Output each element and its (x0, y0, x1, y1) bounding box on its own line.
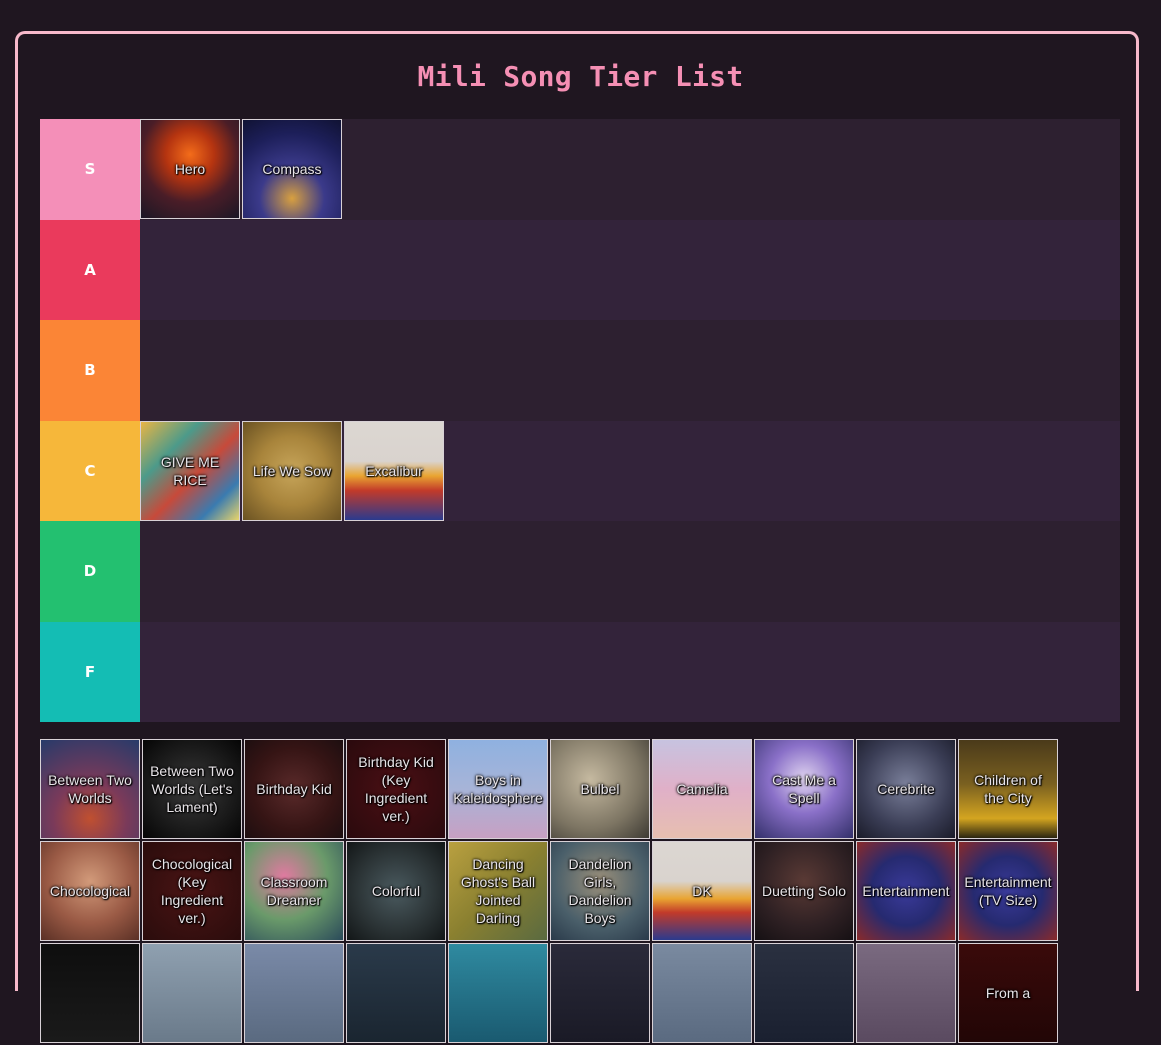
song-tile[interactable]: Camelia (652, 739, 752, 839)
tier-label[interactable]: S (40, 119, 140, 220)
tier-label[interactable]: D (40, 521, 140, 622)
song-tile-label: Duetting Solo (761, 883, 847, 899)
tier-label[interactable]: C (40, 420, 140, 521)
song-tile-label: Life We Sow (252, 462, 332, 479)
song-tile-label: Between Two Worlds (Let's Lament) (150, 763, 234, 815)
tier-label[interactable]: B (40, 320, 140, 421)
song-tile-label: Colorful (371, 883, 421, 899)
tier-label[interactable]: F (40, 621, 140, 722)
song-tile[interactable]: Compass (242, 119, 342, 219)
song-tile-label: Boys in Kaleidosphere (453, 772, 543, 806)
song-tile[interactable] (346, 943, 446, 1043)
song-tile-label: Children of the City (974, 772, 1042, 806)
song-tile-label: Entertainment (862, 883, 950, 899)
song-tile[interactable] (40, 943, 140, 1043)
song-tile[interactable]: Boys in Kaleidosphere (448, 739, 548, 839)
song-tile[interactable] (142, 943, 242, 1043)
song-tile[interactable]: From a (958, 943, 1058, 1043)
song-tile[interactable]: Cerebrite (856, 739, 956, 839)
tier-row-b: B (40, 320, 1120, 421)
tier-dropzone[interactable]: Hero Compass (140, 119, 1120, 220)
tier-row-d: D (40, 521, 1120, 622)
song-tile-label: Classroom Dreamer (260, 874, 328, 908)
tier-label[interactable]: A (40, 219, 140, 320)
song-tile[interactable]: Bulbel (550, 739, 650, 839)
song-tile[interactable]: Dancing Ghost's Ball Jointed Darling (448, 841, 548, 941)
song-tile-label: Compass (262, 161, 322, 177)
song-tile[interactable]: Colorful (346, 841, 446, 941)
song-tile-label: Dandelion Girls, Dandelion Boys (568, 856, 632, 926)
page-title: Mili Song Tier List (417, 60, 744, 93)
song-tile-label: GIVE ME RICE (160, 453, 220, 488)
song-tile[interactable]: Between Two Worlds (Let's Lament) (142, 739, 242, 839)
song-tile-label: Cast Me a Spell (772, 772, 836, 806)
song-tile[interactable]: Birthday Kid (244, 739, 344, 839)
tier-row-s: S Hero Compass (40, 119, 1120, 220)
song-tile[interactable]: Duetting Solo (754, 841, 854, 941)
tier-dropzone[interactable] (140, 621, 1120, 722)
song-tile-label: Birthday Kid (256, 781, 332, 797)
song-tile[interactable]: Life We Sow (242, 420, 342, 521)
song-tile-label: Excalibur (365, 462, 423, 479)
song-tile[interactable]: Children of the City (958, 739, 1058, 839)
song-tile-label: Between Two Worlds (48, 772, 132, 806)
song-tile[interactable]: Entertainment (TV Size) (958, 841, 1058, 941)
song-tile[interactable]: Excalibur (344, 420, 444, 521)
unranked-pool: Between Two Worlds Between Two Worlds (Le… (40, 739, 1062, 1045)
tier-dropzone[interactable] (140, 521, 1120, 622)
song-tile-label: Chocological (49, 883, 131, 899)
tier-dropzone[interactable] (140, 320, 1120, 421)
song-tile-label: Birthday Kid (Key Ingredient ver.) (358, 754, 434, 824)
song-tile[interactable]: Hero (140, 119, 240, 219)
song-tile[interactable] (754, 943, 854, 1043)
song-tile[interactable]: Chocological (40, 841, 140, 941)
song-tile-label: Camelia (676, 781, 728, 797)
song-tile[interactable]: GIVE ME RICE (140, 420, 240, 521)
song-tile[interactable] (244, 943, 344, 1043)
song-tile-label: Dancing Ghost's Ball Jointed Darling (460, 856, 536, 926)
song-tile-label: From a (985, 985, 1031, 1001)
song-tile-label: Hero (174, 161, 206, 177)
song-tile-label: Bulbel (580, 781, 620, 797)
tier-dropzone[interactable] (140, 219, 1120, 320)
song-tile[interactable]: Entertainment (856, 841, 956, 941)
song-tile[interactable]: Birthday Kid (Key Ingredient ver.) (346, 739, 446, 839)
song-tile-label: Entertainment (TV Size) (964, 874, 1052, 908)
tier-row-a: A (40, 219, 1120, 320)
tier-row-f: F (40, 621, 1120, 722)
song-tile[interactable] (550, 943, 650, 1043)
song-tile[interactable]: Between Two Worlds (40, 739, 140, 839)
tier-rows: S Hero Compass A B C GIVE ME RICE Life We Sow Ex… (40, 119, 1120, 722)
song-tile[interactable]: DK (652, 841, 752, 941)
tier-row-c: C GIVE ME RICE Life We Sow Excalibur (40, 420, 1120, 521)
tier-dropzone[interactable]: GIVE ME RICE Life We Sow Excalibur (140, 420, 1120, 521)
song-tile[interactable]: Cast Me a Spell (754, 739, 854, 839)
song-tile[interactable] (652, 943, 752, 1043)
song-tile[interactable]: Chocological (Key Ingredient ver.) (142, 841, 242, 941)
song-tile[interactable] (856, 943, 956, 1043)
song-tile-label: Cerebrite (877, 781, 935, 797)
song-tile[interactable]: Dandelion Girls, Dandelion Boys (550, 841, 650, 941)
song-tile[interactable]: Classroom Dreamer (244, 841, 344, 941)
song-tile[interactable] (448, 943, 548, 1043)
song-tile-label: DK (692, 883, 712, 899)
song-tile-label: Chocological (Key Ingredient ver.) (151, 856, 233, 926)
